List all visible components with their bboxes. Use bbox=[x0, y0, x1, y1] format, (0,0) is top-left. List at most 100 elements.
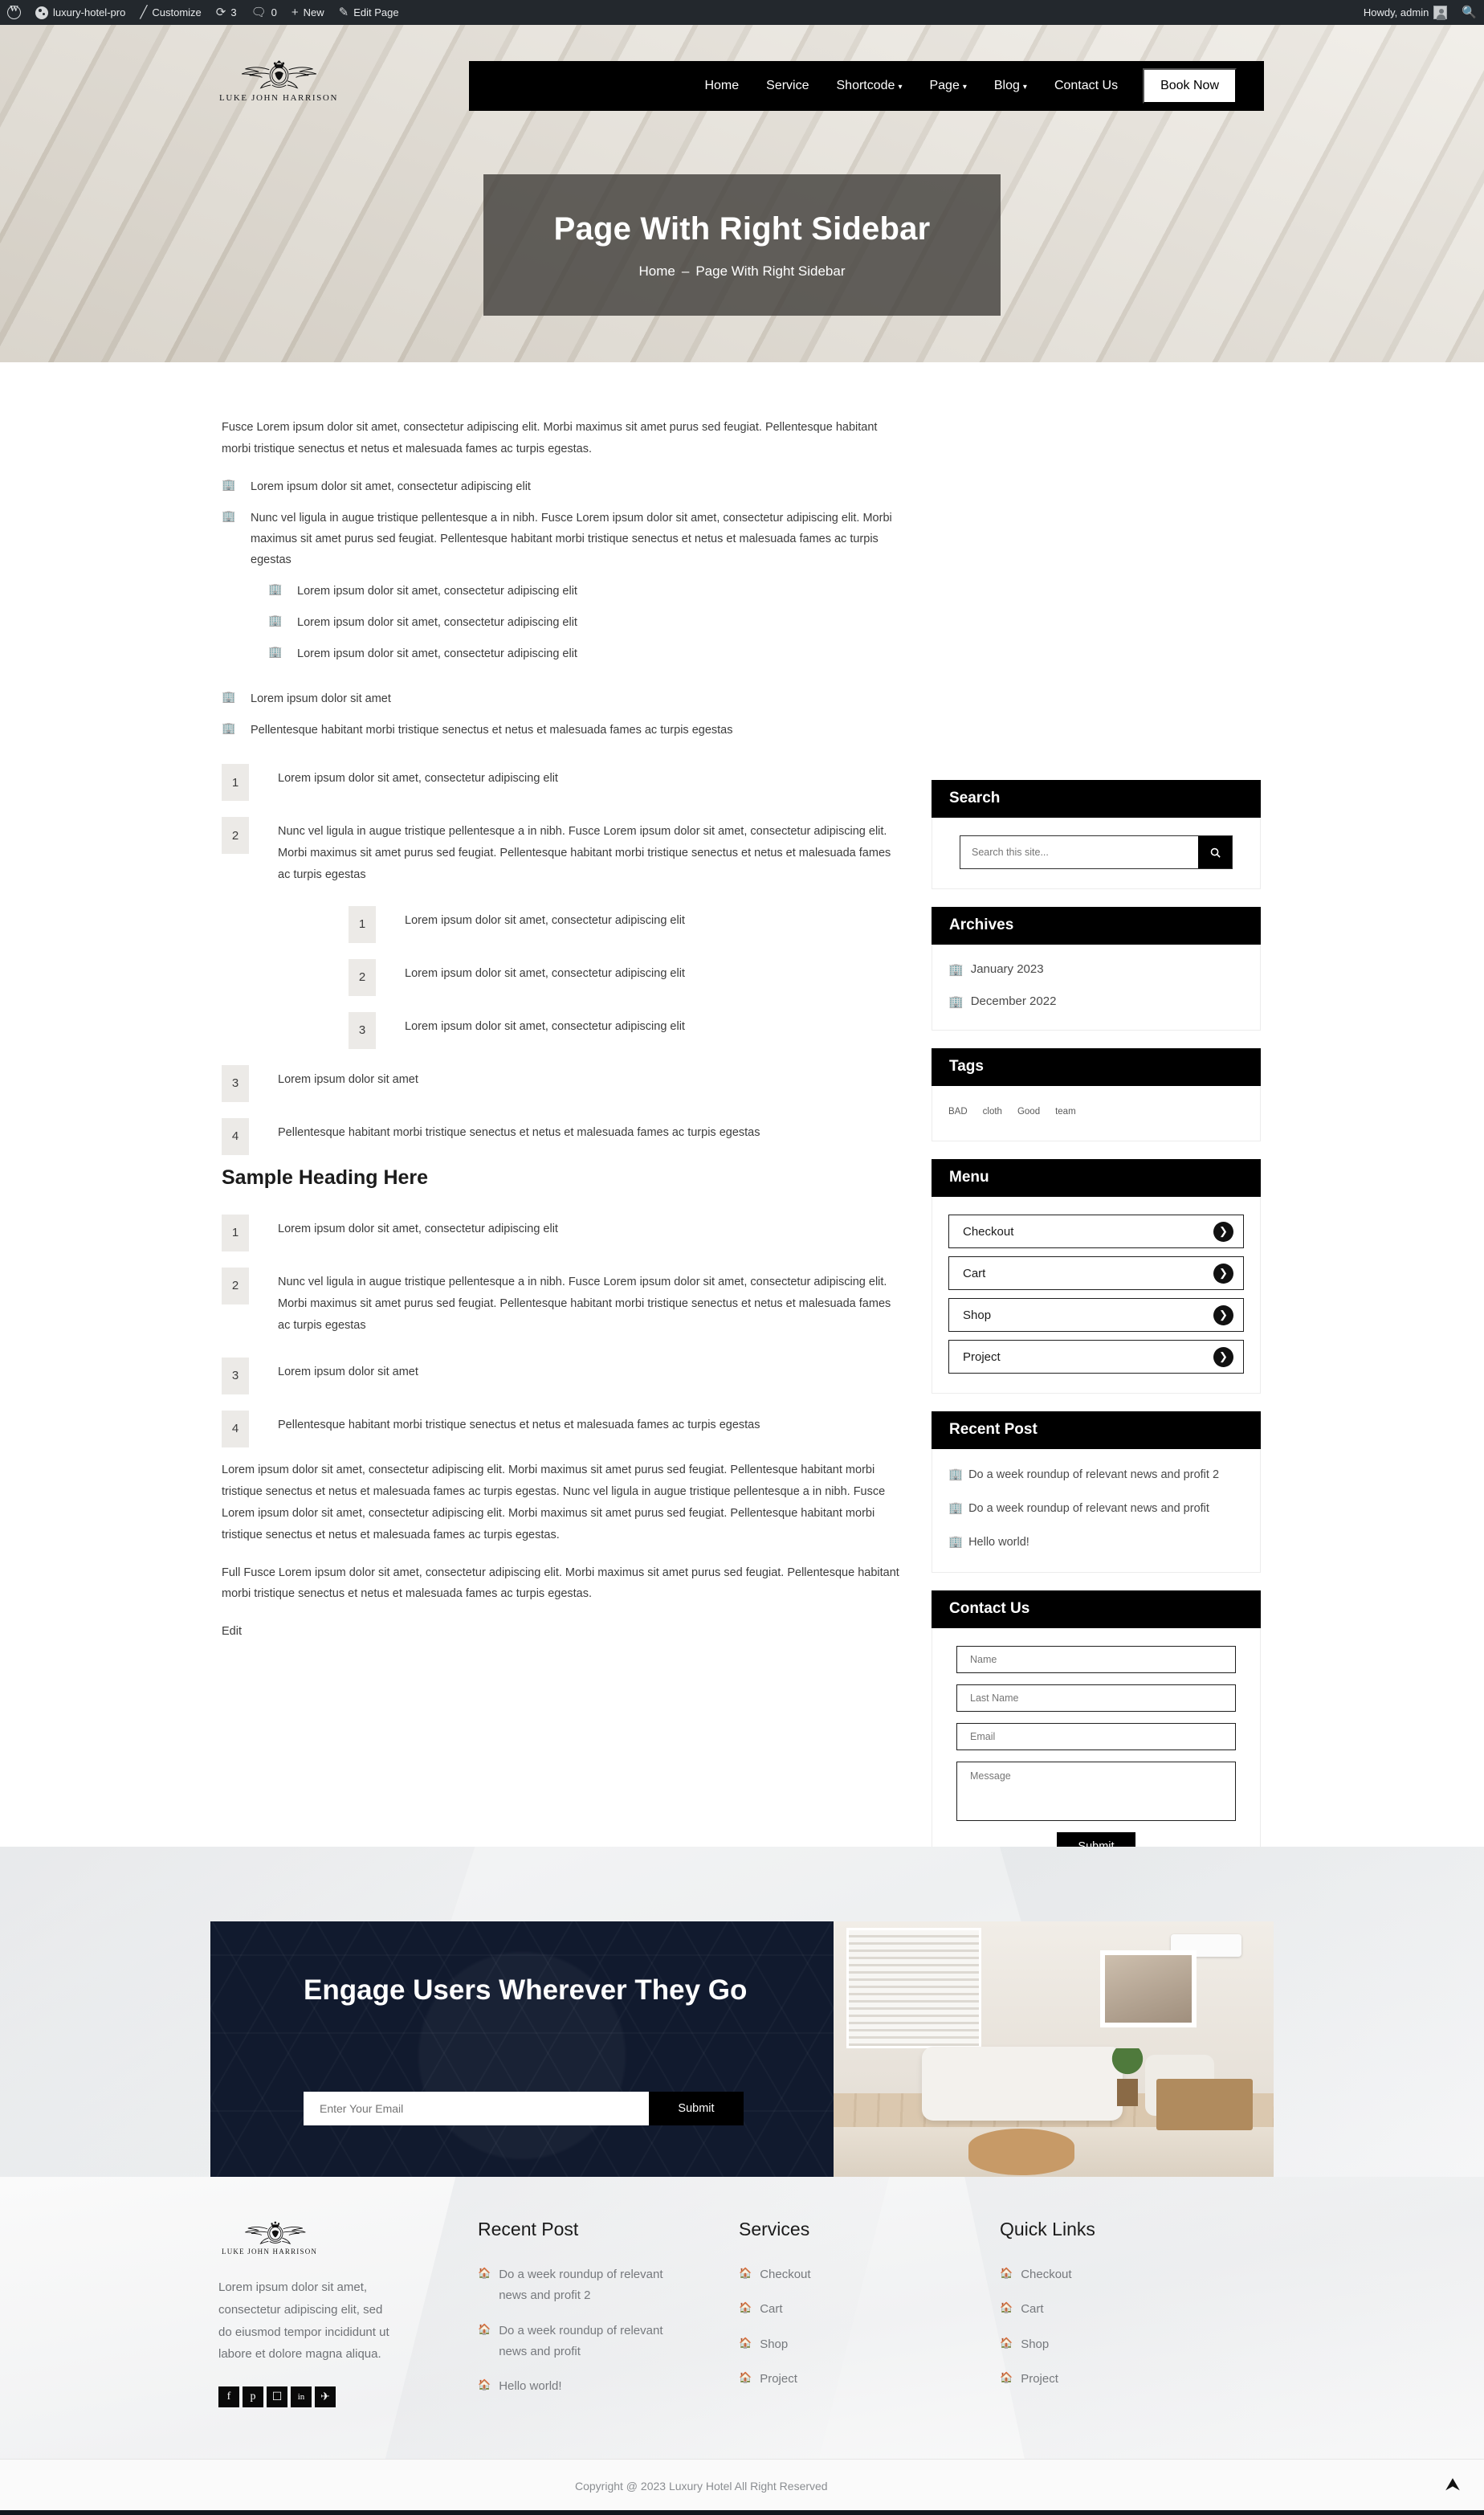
nav-label: Blog bbox=[993, 79, 1020, 92]
newsletter-left-panel: Engage Users Wherever They Go Submit bbox=[210, 1921, 834, 2177]
tag-link[interactable]: team bbox=[1055, 1107, 1076, 1117]
widget-recent-post: Recent Post 🏢 Do a week roundup of releva… bbox=[932, 1411, 1261, 1574]
list-item[interactable]: 🏢 January 2023 bbox=[948, 962, 1244, 977]
list-item: Lorem ipsum dolor sit amet, consectetur … bbox=[349, 958, 903, 996]
linkedin-icon[interactable]: in bbox=[291, 2386, 312, 2407]
site-icon bbox=[35, 6, 48, 19]
nav-item-contact-us[interactable]: Contact Us bbox=[1041, 79, 1131, 93]
twitter-icon[interactable]: ✈ bbox=[315, 2386, 336, 2407]
home-icon: 🏠 bbox=[1000, 2370, 1013, 2383]
customize-link[interactable]: ╱ Customize bbox=[132, 0, 208, 25]
nav-item-page[interactable]: Page ▾ bbox=[915, 79, 980, 93]
pinterest-icon[interactable]: p bbox=[243, 2386, 263, 2407]
widget-search: Search bbox=[932, 780, 1261, 889]
page-title: Page With Right Sidebar bbox=[553, 210, 931, 247]
menu-list: Checkout ❯ Cart ❯ Shop ❯ Project ❯ bbox=[948, 1215, 1244, 1374]
customize-label: Customize bbox=[152, 6, 202, 18]
list-item-text: Pellentesque habitant morbi tristique se… bbox=[278, 1125, 760, 1139]
wp-logo-menu[interactable] bbox=[0, 0, 28, 25]
list-item: 🏢 Lorem ipsum dolor sit amet bbox=[222, 688, 903, 709]
breadcrumb-home[interactable]: Home bbox=[639, 263, 675, 280]
menu-item-project[interactable]: Project ❯ bbox=[948, 1340, 1244, 1374]
menu-item-label: Checkout bbox=[963, 1224, 1014, 1239]
site-name-menu[interactable]: luxury-hotel-pro bbox=[28, 0, 132, 25]
newsletter-form: Submit bbox=[304, 2092, 744, 2125]
instagram-icon[interactable]: ☐ bbox=[267, 2386, 287, 2407]
contact-name-input[interactable] bbox=[956, 1646, 1236, 1674]
tag-link[interactable]: BAD bbox=[948, 1107, 968, 1117]
nav-item-blog[interactable]: Blog ▾ bbox=[980, 79, 1041, 93]
widget-title: Menu bbox=[932, 1159, 1261, 1197]
contact-message-textarea[interactable] bbox=[956, 1762, 1236, 1822]
menu-item-cart[interactable]: Cart ❯ bbox=[948, 1256, 1244, 1290]
list-item-text: Lorem ipsum dolor sit amet, consectetur … bbox=[297, 585, 577, 598]
footer-column-title: Quick Links bbox=[1000, 2219, 1095, 2239]
edit-page-link[interactable]: ✎ Edit Page bbox=[332, 0, 406, 25]
nav-label: Home bbox=[704, 79, 740, 92]
updates-link[interactable]: ⟳ 3 bbox=[209, 0, 244, 25]
search-submit-button[interactable] bbox=[1198, 836, 1232, 868]
list-item[interactable]: 🏠 Do a week roundup of relevant news and… bbox=[478, 2321, 679, 2363]
nav-item-home[interactable]: Home bbox=[691, 79, 752, 93]
nav-item-shortcode[interactable]: Shortcode ▾ bbox=[823, 79, 916, 93]
list-item: Pellentesque habitant morbi tristique se… bbox=[222, 1411, 903, 1448]
list-item[interactable]: 🏠 Project bbox=[1000, 2369, 1160, 2390]
body-paragraph-2: Full Fusce Lorem ipsum dolor sit amet, c… bbox=[222, 1566, 899, 1601]
recent-post-list: 🏢 Do a week roundup of relevant news and … bbox=[948, 1467, 1244, 1551]
home-icon: 🏠 bbox=[1000, 2336, 1013, 2349]
list-item[interactable]: 🏠 Checkout bbox=[739, 2264, 899, 2285]
newsletter-submit-button[interactable]: Submit bbox=[649, 2092, 744, 2125]
list-item-text: Lorem ipsum dolor sit amet bbox=[251, 692, 391, 706]
building-icon: 🏢 bbox=[948, 995, 964, 1009]
tag-link[interactable]: cloth bbox=[983, 1107, 1002, 1117]
list-item[interactable]: 🏠 Shop bbox=[1000, 2334, 1160, 2355]
list-item[interactable]: 🏢 December 2022 bbox=[948, 994, 1244, 1009]
list-item[interactable]: 🏠 Do a week roundup of relevant news and… bbox=[478, 2264, 679, 2307]
my-account-menu[interactable]: Howdy, admin bbox=[1356, 0, 1454, 25]
updates-icon: ⟳ bbox=[215, 6, 226, 19]
list-item[interactable]: 🏠 Cart bbox=[1000, 2299, 1160, 2320]
list-item[interactable]: 🏢 Do a week roundup of relevant news and … bbox=[948, 1467, 1244, 1484]
comments-link[interactable]: 🗨 0 bbox=[244, 0, 284, 25]
list-item[interactable]: 🏠 Hello world! bbox=[478, 2376, 679, 2397]
search-input[interactable] bbox=[960, 836, 1198, 868]
menu-item-checkout[interactable]: Checkout ❯ bbox=[948, 1215, 1244, 1248]
list-item[interactable]: 🏠 Cart bbox=[739, 2299, 899, 2320]
recent-post-title: Do a week roundup of relevant news and p… bbox=[968, 1468, 1220, 1481]
breadcrumb: Home – Page With Right Sidebar bbox=[639, 263, 846, 280]
list-item: Lorem ipsum dolor sit amet, consectetur … bbox=[222, 764, 903, 802]
chevron-right-circle-icon: ❯ bbox=[1213, 1263, 1233, 1284]
list-item[interactable]: 🏠 Shop bbox=[739, 2334, 899, 2355]
edit-link[interactable]: Edit bbox=[222, 1621, 903, 1643]
sidebar: Search Archives 🏢 January bbox=[932, 780, 1261, 1899]
list-item: 🏢 Lorem ipsum dolor sit amet, consectetu… bbox=[268, 643, 903, 664]
facebook-icon[interactable]: f bbox=[218, 2386, 239, 2407]
widget-archives: Archives 🏢 January 2023 🏢 December 2022 bbox=[932, 907, 1261, 1031]
contact-email-input[interactable] bbox=[956, 1723, 1236, 1751]
comment-bubble-icon: 🗨 bbox=[251, 6, 267, 19]
scroll-to-top-icon[interactable]: ⮝ bbox=[1439, 2471, 1466, 2498]
building-icon: 🏢 bbox=[948, 1468, 964, 1481]
chevron-right-circle-icon: ❯ bbox=[1213, 1304, 1233, 1325]
widget-title: Recent Post bbox=[932, 1411, 1261, 1449]
newsletter-email-input[interactable] bbox=[304, 2092, 649, 2125]
new-content-link[interactable]: + New bbox=[284, 0, 332, 25]
footer-link-label: Project bbox=[1021, 2371, 1058, 2386]
site-logo[interactable]: LUKE JOHN HARRISON bbox=[198, 57, 359, 103]
list-item[interactable]: 🏢 Hello world! bbox=[948, 1534, 1244, 1552]
nav-item-service[interactable]: Service bbox=[752, 79, 822, 93]
list-item[interactable]: 🏠 Checkout bbox=[1000, 2264, 1160, 2285]
book-now-button[interactable]: Book Now bbox=[1143, 68, 1237, 104]
admin-search-button[interactable]: 🔍 bbox=[1454, 0, 1484, 25]
list-item[interactable]: 🏠 Project bbox=[739, 2369, 899, 2390]
home-icon: 🏠 bbox=[1000, 2267, 1013, 2279]
contact-lastname-input[interactable] bbox=[956, 1684, 1236, 1713]
list-item-text: Lorem ipsum dolor sit amet, consectetur … bbox=[297, 647, 577, 661]
widget-menu: Menu Checkout ❯ Cart ❯ Shop ❯ Project ❯ bbox=[932, 1159, 1261, 1394]
menu-item-shop[interactable]: Shop ❯ bbox=[948, 1298, 1244, 1332]
breadcrumb-current: Page With Right Sidebar bbox=[695, 263, 846, 279]
tag-link[interactable]: Good bbox=[1017, 1107, 1040, 1117]
list-item[interactable]: 🏢 Do a week roundup of relevant news and … bbox=[948, 1500, 1244, 1518]
list-item-text: Pellentesque habitant morbi tristique se… bbox=[278, 1419, 760, 1432]
newsletter-heading: Engage Users Wherever They Go bbox=[304, 1974, 748, 2006]
